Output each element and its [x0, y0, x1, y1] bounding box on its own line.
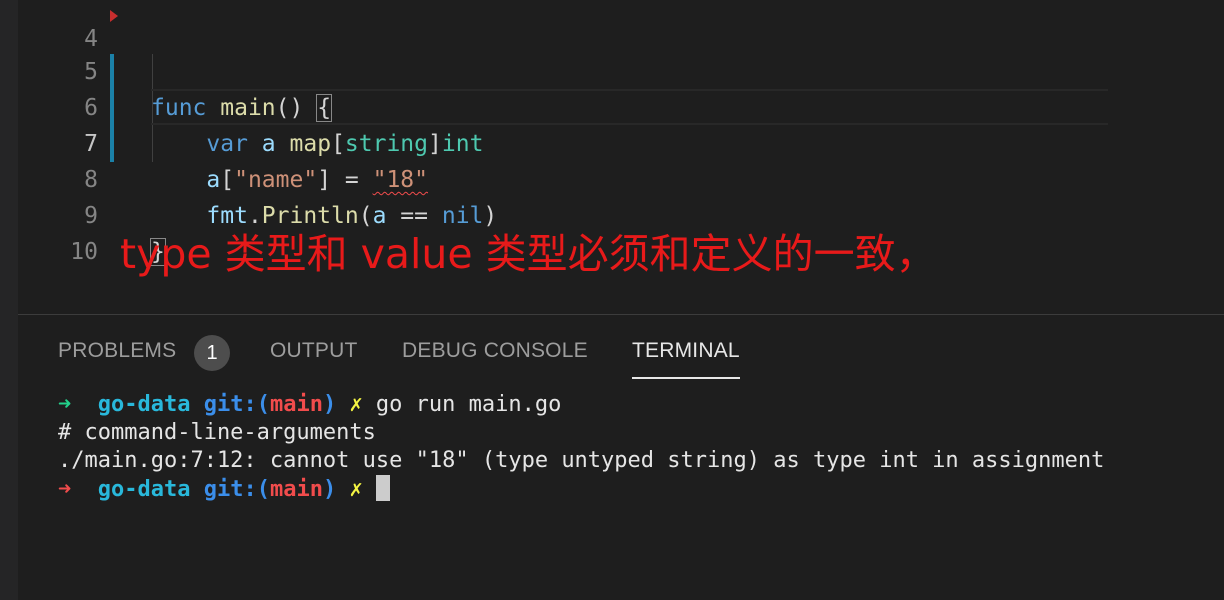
prompt-directory: go-data	[97, 392, 191, 417]
terminal-error-line: ./main.go:7:12: cannot use "18" (type un…	[58, 448, 1105, 473]
panel-tabs: PROBLEMS 1 OUTPUT DEBUG CONSOLE TERMINAL	[18, 315, 1224, 385]
code-line-7[interactable]: 7 a["name"] = "18"	[18, 90, 1224, 193]
terminal-cursor[interactable]	[375, 475, 390, 501]
bottom-panel: PROBLEMS 1 OUTPUT DEBUG CONSOLE TERMINAL…	[18, 314, 1224, 600]
prompt-directory: go-data	[97, 477, 191, 502]
code-line-9[interactable]: 9 }	[18, 162, 1224, 266]
git-label-close: )	[322, 392, 337, 417]
terminal-line-prompt-current[interactable]: ➜ go-data git:(main) ✗	[58, 475, 390, 504]
prompt-arrow-icon: ➜	[58, 477, 72, 502]
dirty-mark-icon: ✗	[349, 477, 363, 502]
terminal-output-line: # command-line-arguments	[58, 420, 376, 445]
dirty-mark-icon: ✗	[349, 392, 363, 417]
code-line-8[interactable]: 8 fmt.Println(a == nil)	[18, 126, 1224, 229]
annotation-text: type 类型和 value 类型必须和定义的一致，	[120, 230, 937, 278]
tab-debug-console[interactable]: DEBUG CONSOLE	[402, 339, 588, 379]
tab-label: TERMINAL	[632, 339, 740, 362]
git-branch: main	[269, 392, 323, 417]
tab-output[interactable]: OUTPUT	[270, 339, 358, 379]
line-number: 10	[70, 239, 98, 265]
git-branch: main	[269, 477, 323, 502]
tab-label: OUTPUT	[270, 339, 358, 362]
code-line-5[interactable]: 5 func main() {	[18, 18, 1224, 122]
git-label-close: )	[322, 477, 337, 502]
tab-problems[interactable]: PROBLEMS	[58, 339, 176, 379]
vscode-window: 4 5 func main() { 6 var a map[string]int…	[0, 0, 1224, 600]
git-label: git:(	[203, 392, 270, 417]
problems-count-badge: 1	[194, 335, 230, 371]
prompt-arrow-icon: ➜	[58, 392, 72, 417]
git-label: git:(	[203, 477, 270, 502]
activity-bar-edge	[0, 0, 18, 600]
tab-label: PROBLEMS	[58, 339, 177, 362]
code-editor[interactable]: 4 5 func main() { 6 var a map[string]int…	[18, 0, 1224, 314]
terminal-command: go run main.go	[362, 392, 562, 417]
code-line-6[interactable]: 6 var a map[string]int	[18, 54, 1224, 157]
terminal-line-prompt: ➜ go-data git:(main) ✗ go run main.go	[58, 391, 561, 419]
tab-label: DEBUG CONSOLE	[402, 339, 588, 362]
tab-terminal[interactable]: TERMINAL	[632, 339, 740, 379]
